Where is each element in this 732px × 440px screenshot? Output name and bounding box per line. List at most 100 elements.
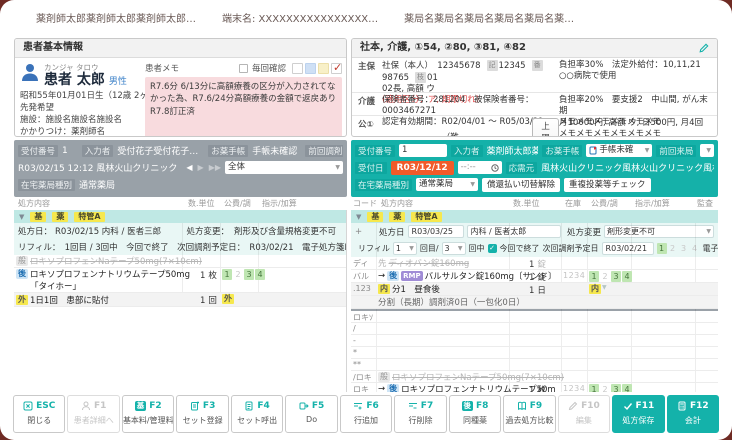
rx-doctor-input[interactable]: 内科 / 医者太郎 [466, 225, 561, 238]
refill-mid2-label: 回中 [468, 244, 485, 253]
prev-visit-select[interactable]: ▼ [700, 144, 714, 157]
clipboard-icon [244, 401, 254, 411]
rx-right-section-header[interactable]: ▼ 基 薬 特管A [351, 210, 718, 223]
rx-row-usage[interactable]: 外 1日1回 患部に貼付 1回 外 [14, 293, 346, 307]
rx-date-input[interactable]: R03/03/25 [407, 225, 464, 238]
memo-color-white[interactable] [292, 62, 303, 74]
edit-insurance-icon[interactable] [699, 43, 709, 53]
delete-row-button[interactable]: F7 行削除 [394, 395, 447, 433]
checkout-button[interactable]: F12 会計 [666, 395, 720, 433]
reimbursement-toggle-button[interactable]: 償還払い切替解除 [482, 177, 561, 192]
rx-change-select[interactable]: 剤形変更不可 ▼ [604, 225, 714, 238]
row-code: - [353, 336, 356, 345]
col-qty: 数.単位 [513, 199, 540, 208]
receipt-date-value[interactable]: R03/12/12 [390, 160, 454, 175]
limit-management-button[interactable]: 上限管理 [532, 118, 559, 136]
clipboard-plus-icon [190, 401, 200, 411]
memo-color-yellow[interactable] [318, 62, 329, 74]
old-drug-name: ディオバン錠160mg [388, 259, 470, 269]
badge-tokkan: 特管A [74, 211, 105, 222]
rx-row-empty[interactable]: / [351, 323, 718, 335]
refill-total-select[interactable]: 3 ▼ [441, 242, 466, 255]
chevron-down-icon[interactable]: ▼ [602, 284, 607, 294]
past-rx-compare-button[interactable]: F9 過去処方比較 [503, 395, 556, 433]
close-button[interactable]: ESC 閉じる [13, 395, 66, 433]
drug-name: ロキソプロフェンナトリウムテープ50mg [30, 270, 190, 280]
eprescription-id-label: 電子処方箋ID [702, 244, 718, 253]
refill-n-select[interactable]: 1 ▼ [392, 242, 417, 255]
col-kansa: 監査 [697, 199, 713, 208]
rx-row-split-info[interactable]: 分割（長期）調剤済0日（一包化0日） [351, 296, 718, 309]
homecare-type-select[interactable]: 通常薬局 ▼ [416, 178, 479, 191]
filter-icon[interactable]: ▼ [356, 213, 361, 221]
nav-last-icon[interactable]: ▶▶ [209, 163, 221, 172]
internal-use-chip: 内 [378, 284, 390, 294]
medicine-notebook-select[interactable]: 手帳未確 ▼ [586, 144, 653, 157]
insurance-panel-title: 社本, 介護, ①54, ②80, ③81, ④82 [360, 42, 526, 53]
eda-chip: 枝 [415, 72, 427, 83]
badge-base: 基 [30, 211, 47, 222]
confirm-every-time-checkbox[interactable] [238, 63, 248, 73]
rx-row-old-drug[interactable]: ディ 先 ディオバン錠160mg 1錠 [351, 257, 718, 270]
nav-next-icon[interactable]: ▶ [198, 163, 204, 172]
kohi-label: 公① [358, 120, 374, 130]
prev-visit-label: 前回来局 [656, 144, 697, 157]
kaigo-label: 介護 [358, 97, 376, 107]
same-type-drug-button[interactable]: 後 F8 同種薬 [448, 395, 502, 433]
patient-name: 患者 太郎 男性 [44, 72, 127, 88]
save-prescription-button[interactable]: F11 処方保存 [612, 395, 665, 433]
rx-row-empty[interactable]: * [351, 347, 718, 359]
prev-dispense-label: 前回調剤日 [305, 144, 343, 157]
do-copy-icon [299, 401, 309, 411]
base-fee-icon: 基 [134, 401, 147, 411]
memo-color-selected[interactable] [331, 61, 342, 74]
receipt-time-input[interactable]: --:-- [457, 161, 502, 174]
rx-row-drug2[interactable]: ロキ → 後 ロキソプロフェンナトリウムテープ50m 1枚 1234 1234 [351, 383, 718, 392]
old-drug-name: ロキソプロフェンNaテープ50mg(7×10cm) [392, 372, 564, 383]
set-recall-button[interactable]: F4 セット呼出 [230, 395, 284, 433]
rx-row-empty[interactable]: - [351, 335, 718, 347]
usage-qty: 1回 [200, 296, 217, 306]
row-code: ** [353, 360, 361, 369]
refill-end-checkbox[interactable]: ✓ [487, 244, 497, 253]
rx-left-date-row: 処方日： R03/02/15 内科 / 医者三郎 処方変更： 剤形及び含量規格変… [14, 223, 346, 239]
rx-row-generic-old[interactable]: 般 ロキソプロフェンNaテープ50mg(7×10cm) [14, 255, 346, 268]
rx-row-usage[interactable]: .123 内 分1 昼食後 1日 内 ▼ [351, 283, 718, 296]
rx-row-empty[interactable]: ロキｿ [351, 311, 718, 323]
rx-row-drug[interactable]: バル → 後 RMP バルサルタン錠160mg〔サンド〕 1錠 1234 123… [351, 270, 718, 283]
function-key-toolbar: ESC 閉じる F1 患者詳細へ 基 F2 基本料/管理料 F3 セット登録 F4… [13, 395, 720, 433]
rx-left-section-header[interactable]: ▼ 基 薬 特管A [14, 210, 346, 223]
receipt-no-value: 1 [62, 145, 68, 156]
receipt-no-input[interactable]: 1 [399, 144, 448, 157]
add-row-button[interactable]: F6 行追加 [339, 395, 393, 433]
next-dispense-input[interactable]: R03/02/21 [601, 242, 654, 255]
usage-text: 1日1回 患部に貼付 [30, 295, 109, 306]
rx-date-label: 処方日 [379, 227, 405, 238]
rx-row-empty[interactable]: ** [351, 359, 718, 371]
kohi-detail: 負54280011 （難病） 受1234567 上限管理 [382, 118, 559, 136]
same-type-drug-icon: 後 [461, 401, 474, 411]
scope-filter-select[interactable]: 全体 ▼ [225, 161, 343, 174]
expand-plus[interactable]: + [355, 227, 376, 237]
filter-icon[interactable]: ▼ [19, 213, 24, 221]
refill-mid-label: 回目/ [419, 244, 439, 253]
nav-prev-icon[interactable]: ◀ [186, 163, 192, 172]
rx-row-drug[interactable]: 後 ロキソプロフェンナトリウムテープ50mg 「タイホー」 1枚 1234 [14, 268, 346, 293]
rx-row-generic-old2[interactable]: /ロキ 般 ロキソプロフェンNaテープ50mg(7×10cm) [351, 371, 718, 383]
patient-memo-label: 患者メモ [145, 64, 180, 74]
ban-chip: 番 [531, 60, 543, 71]
old-drug-name: ロキソプロフェンNaテープ50mg(7×10cm) [30, 257, 202, 267]
memo-color-blue[interactable] [305, 62, 316, 74]
external-use-mark: 外 [222, 294, 234, 304]
receipt-no-label: 受付番号 [355, 144, 396, 157]
duplicate-medication-check-button[interactable]: 重複投薬等チェック [564, 177, 651, 192]
check-icon [623, 401, 633, 411]
row-code: * [353, 348, 357, 357]
base-fee-button[interactable]: 基 F2 基本料/管理料 [121, 395, 175, 433]
inputer-label: 入力者 [451, 144, 483, 157]
row-code: .123 [353, 284, 371, 293]
do-button[interactable]: F5 Do [285, 395, 338, 433]
set-register-button[interactable]: F3 セット登録 [176, 395, 229, 433]
patient-memo-text[interactable]: R7.6分 6/13分に高額療養の区分が入力されてなかった為、R7.6/24分高… [145, 77, 342, 136]
main-insurance-memo: 負担率30% 法定外給付：10,11,21 ○○病院で使用 [559, 60, 701, 81]
